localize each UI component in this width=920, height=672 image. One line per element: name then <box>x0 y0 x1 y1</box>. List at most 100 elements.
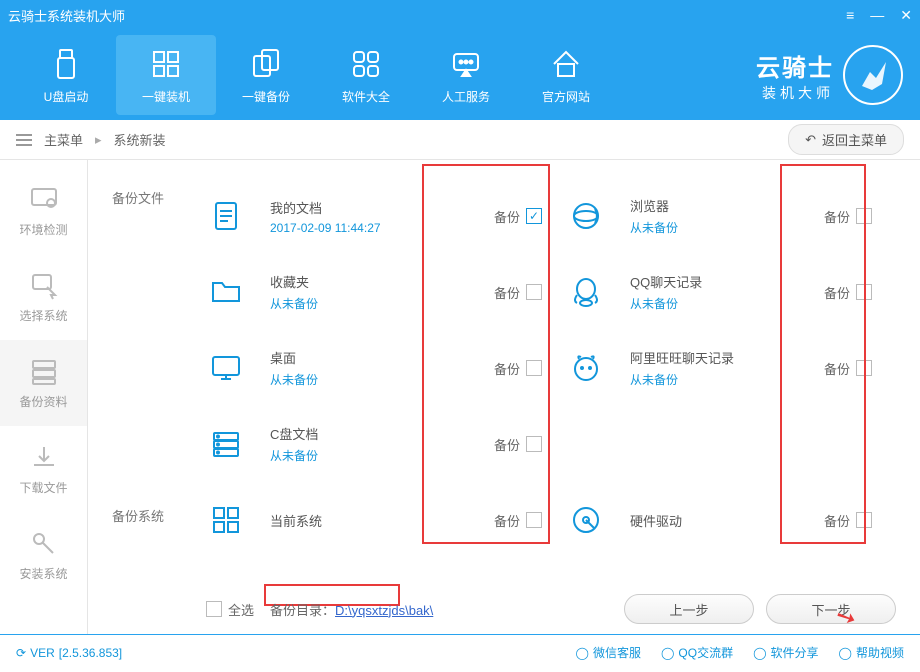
backup-row: 当前系统 备份 硬件驱动 备份 <box>206 482 896 558</box>
item-subtitle: 从未备份 <box>630 371 734 388</box>
menu-button[interactable]: ≡ <box>846 7 854 24</box>
menu-icon[interactable] <box>16 134 32 146</box>
nav-label: 一键装机 <box>142 88 190 105</box>
download-icon <box>29 443 59 473</box>
nav-reinstall[interactable]: 一键装机 <box>116 35 216 115</box>
dir-path-link[interactable]: D:\yqsxtzjds\bak\ <box>335 603 433 618</box>
backup-label: 备份 <box>824 207 850 226</box>
copy-icon <box>248 46 284 82</box>
sidebar-item-select[interactable]: 选择系统 <box>0 254 87 340</box>
link-label: 帮助视频 <box>856 644 904 661</box>
backup-checkbox[interactable] <box>526 360 542 376</box>
status-link-share[interactable]: ◯ 软件分享 <box>753 644 818 661</box>
backup-dir: 备份目录：D:\yqsxtzjds\bak\ <box>270 600 433 619</box>
item-title: 桌面 <box>270 348 318 367</box>
breadcrumb-current: 系统新装 <box>114 130 166 149</box>
apps-icon <box>348 46 384 82</box>
sidebar-label: 安装系统 <box>19 565 67 582</box>
select-all[interactable]: 全选 <box>206 600 254 619</box>
home-icon <box>548 46 584 82</box>
backup-grid: 我的文档2017-02-09 11:44:27 备份✓ 浏览器从未备份 备份 收… <box>206 178 896 558</box>
nav-backup[interactable]: 一键备份 <box>216 35 316 115</box>
wangwang-icon <box>566 351 606 385</box>
link-label: 软件分享 <box>771 644 819 661</box>
chevron-right-icon: ▸ <box>95 132 102 148</box>
status-bar: ⟳ VER[2.5.36.853] ◯ 微信客服 ◯ QQ交流群 ◯ 软件分享 … <box>0 634 920 670</box>
item-subtitle: 从未备份 <box>630 295 702 312</box>
backup-checkbox[interactable] <box>526 512 542 528</box>
header: U盘启动 一键装机 一键备份 软件大全 人工服务 官方网站 云骑士 装机大师 <box>0 30 920 120</box>
item-title: 收藏夹 <box>270 272 318 291</box>
qq-icon <box>566 275 606 309</box>
nav-label: 软件大全 <box>342 88 390 105</box>
next-step-button[interactable]: 下一步 <box>766 594 896 624</box>
bottom-bar: 全选 备份目录：D:\yqsxtzjds\bak\ 上一步 下一步 <box>112 594 896 624</box>
backup-checkbox[interactable] <box>856 284 872 300</box>
main-nav: U盘启动 一键装机 一键备份 软件大全 人工服务 官方网站 <box>16 35 616 115</box>
cursor-icon <box>29 271 59 301</box>
nav-label: 一键备份 <box>242 88 290 105</box>
nav-label: 人工服务 <box>442 88 490 105</box>
nav-website[interactable]: 官方网站 <box>516 35 616 115</box>
refresh-icon: ⟳ <box>16 646 26 660</box>
select-all-label: 全选 <box>228 600 254 619</box>
sidebar-label: 备份资料 <box>19 393 67 410</box>
sidebar: 环境检测 选择系统 备份资料 下载文件 安装系统 <box>0 160 88 634</box>
content-area: 备份文件 备份系统 我的文档2017-02-09 11:44:27 备份✓ 浏览… <box>88 160 920 634</box>
title-bar: 云骑士系统装机大师 ≡ — ✕ <box>0 0 920 30</box>
select-all-checkbox[interactable] <box>206 601 222 617</box>
item-title: QQ聊天记录 <box>630 272 702 291</box>
backup-label: 备份 <box>494 283 520 302</box>
backup-row: 桌面从未备份 备份 阿里旺旺聊天记录从未备份 备份 <box>206 330 896 406</box>
link-label: 微信客服 <box>593 644 641 661</box>
minimize-button[interactable]: — <box>870 7 884 24</box>
breadcrumb: 主菜单 ▸ 系统新装 <box>16 130 166 149</box>
backup-checkbox[interactable] <box>856 512 872 528</box>
window-controls: ≡ — ✕ <box>846 7 912 24</box>
status-link-help[interactable]: ◯ 帮助视频 <box>839 644 904 661</box>
server-icon <box>29 357 59 387</box>
status-link-qq[interactable]: ◯ QQ交流群 <box>661 644 733 661</box>
backup-label: 备份 <box>494 359 520 378</box>
sidebar-item-download[interactable]: 下载文件 <box>0 426 87 512</box>
item-subtitle: 从未备份 <box>630 219 678 236</box>
backup-checkbox[interactable] <box>856 208 872 224</box>
section-label-files: 备份文件 <box>112 188 164 207</box>
app-title: 云骑士系统装机大师 <box>8 6 125 25</box>
document-icon <box>206 199 246 233</box>
usb-icon <box>48 46 84 82</box>
nav-usb-boot[interactable]: U盘启动 <box>16 35 116 115</box>
nav-software[interactable]: 软件大全 <box>316 35 416 115</box>
drive-icon <box>206 427 246 461</box>
item-subtitle: 从未备份 <box>270 371 318 388</box>
nav-service[interactable]: 人工服务 <box>416 35 516 115</box>
backup-checkbox[interactable] <box>856 360 872 376</box>
item-subtitle: 从未备份 <box>270 447 318 464</box>
nav-label: 官方网站 <box>542 88 590 105</box>
backup-label: 备份 <box>494 511 520 530</box>
version[interactable]: ⟳ VER[2.5.36.853] <box>16 646 122 660</box>
prev-step-button[interactable]: 上一步 <box>624 594 754 624</box>
undo-icon: ↶ <box>805 132 816 148</box>
status-link-wechat[interactable]: ◯ 微信客服 <box>576 644 641 661</box>
backup-checkbox[interactable] <box>526 436 542 452</box>
item-title: 浏览器 <box>630 196 678 215</box>
sidebar-item-backup[interactable]: 备份资料 <box>0 340 87 426</box>
backup-checkbox[interactable]: ✓ <box>526 208 542 224</box>
close-button[interactable]: ✕ <box>900 7 912 24</box>
item-title: 硬件驱动 <box>630 511 682 530</box>
sidebar-item-env[interactable]: 环境检测 <box>0 168 87 254</box>
monitor-gear-icon <box>29 185 59 215</box>
breadcrumb-root[interactable]: 主菜单 <box>44 130 83 149</box>
sidebar-label: 下载文件 <box>19 479 67 496</box>
item-title: 当前系统 <box>270 511 322 530</box>
sidebar-item-install[interactable]: 安装系统 <box>0 512 87 598</box>
browser-icon <box>566 199 606 233</box>
return-main-button[interactable]: ↶ 返回主菜单 <box>788 124 904 155</box>
backup-label: 备份 <box>494 435 520 454</box>
backup-label: 备份 <box>824 511 850 530</box>
backup-label: 备份 <box>494 207 520 226</box>
item-subtitle: 从未备份 <box>270 295 318 312</box>
backup-checkbox[interactable] <box>526 284 542 300</box>
nav-label: U盘启动 <box>44 88 89 105</box>
